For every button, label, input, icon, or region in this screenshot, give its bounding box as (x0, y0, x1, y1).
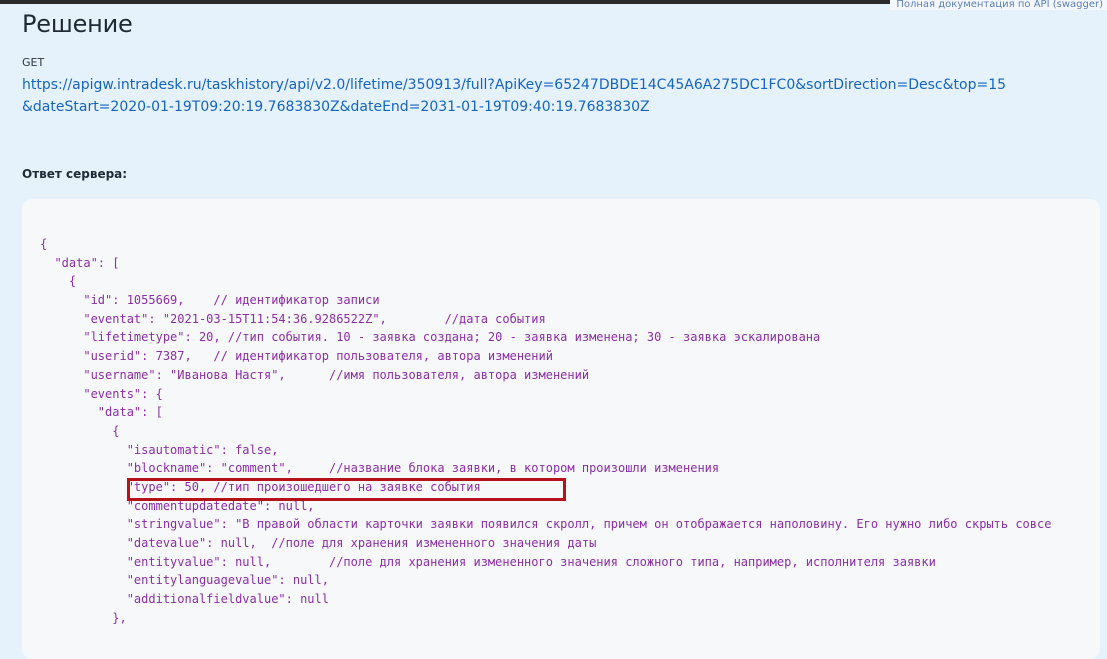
code-line: { (40, 423, 120, 438)
section-title: Решение (22, 10, 133, 38)
code-line: "entityvalue": null, //поле для хранения… (40, 554, 936, 569)
code-line: "data": [ (40, 405, 163, 420)
code-line: "stringvalue": "В правой области карточк… (40, 517, 1052, 532)
code-line: "datevalue": null, //поле для хранения и… (40, 536, 597, 550)
code-line: "entitylanguagevalue": null, (40, 573, 329, 588)
code-line: "data": [ (40, 255, 120, 270)
request-url-link[interactable]: https://apigw.intradesk.ru/taskhistory/a… (22, 74, 1007, 118)
code-line: "username": "Иванова Настя", //имя польз… (40, 367, 590, 382)
response-code-block: { "data": [ { "id": 1055669, // идентифи… (22, 199, 1100, 659)
code-line: "eventat": "2021-03-15T11:54:36.9286522Z… (40, 311, 546, 326)
http-method-label: GET (22, 56, 45, 69)
code-line: "events": { (40, 386, 163, 401)
code-line: "isautomatic": false, (40, 442, 279, 457)
code-line: }, (40, 610, 127, 625)
code-line: "lifetimetype": 20, //тип события. 10 - … (40, 330, 821, 345)
code-line: { (40, 237, 48, 251)
code-line: "additionalfieldvalue": null (40, 592, 329, 607)
server-response-label: Ответ сервера: (22, 167, 128, 181)
full-documentation-link[interactable]: Полная документация по API (swagger) (890, 0, 1107, 10)
highlight-box (127, 478, 566, 501)
code-line: { (40, 274, 77, 289)
code-line: "id": 1055669, // идентификатор записи (40, 293, 380, 308)
code-line: "blockname": "comment", //название блока… (40, 461, 720, 476)
response-code: { "data": [ { "id": 1055669, // идентифи… (40, 235, 1051, 627)
code-line: "userid": 7387, // идентификатор пользов… (40, 349, 553, 364)
